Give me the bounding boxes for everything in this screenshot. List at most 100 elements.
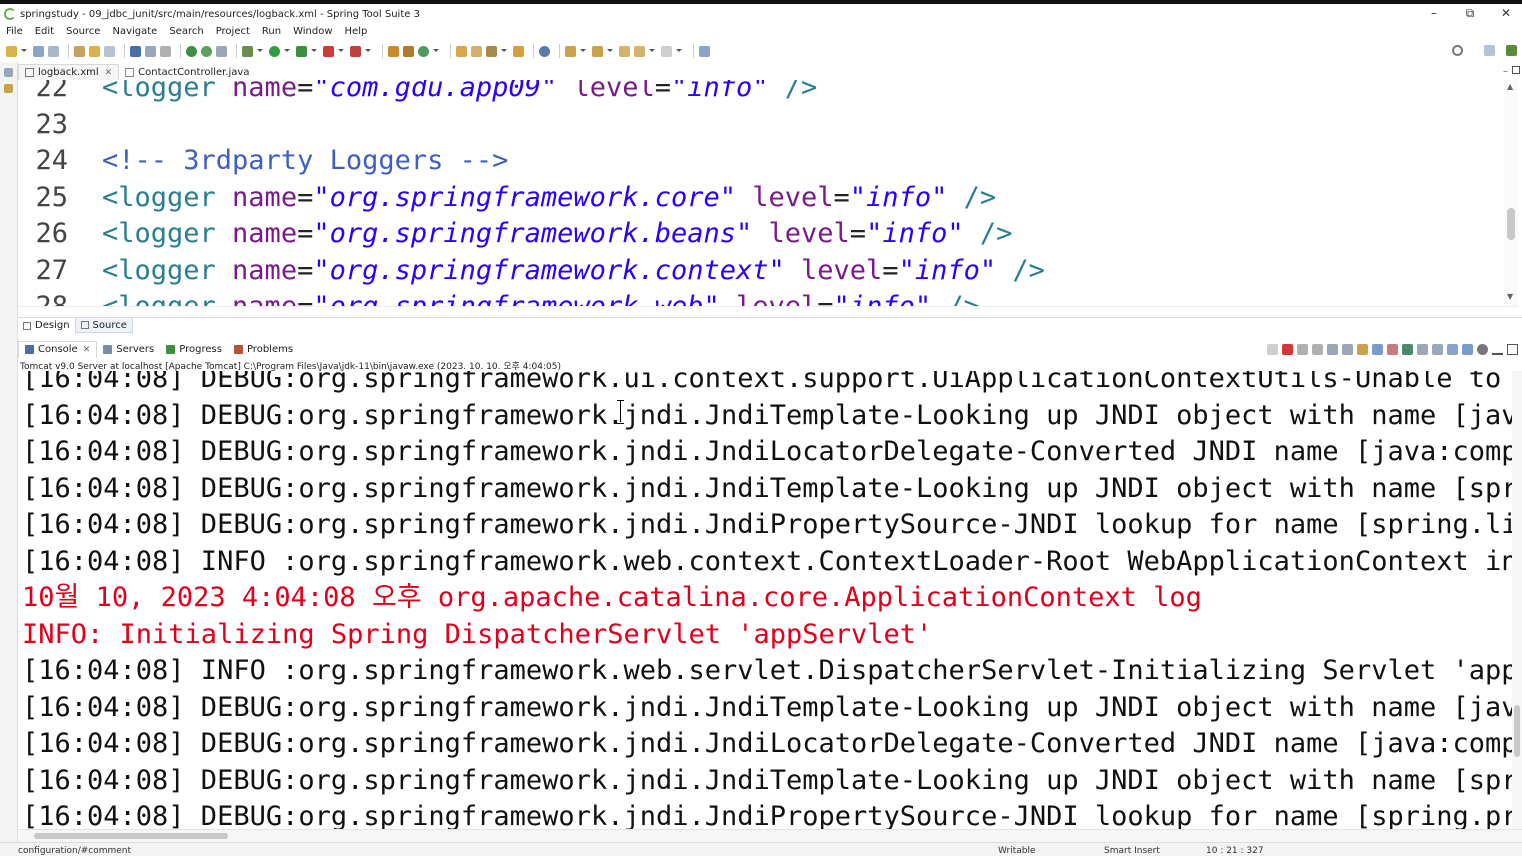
run-icon[interactable] <box>269 45 280 57</box>
publish-icon[interactable] <box>216 45 227 57</box>
link-icon[interactable] <box>1462 343 1473 355</box>
search-task-icon[interactable] <box>513 45 524 57</box>
run-dropdown-icon[interactable] <box>284 48 290 54</box>
open-console-icon[interactable] <box>1432 343 1443 355</box>
editor-horizontal-scrollbar[interactable] <box>18 306 1518 316</box>
display-selected-console-icon[interactable] <box>1417 343 1428 355</box>
maximize-editor-icon[interactable] <box>1512 66 1520 74</box>
remove-launch-icon[interactable] <box>1297 343 1308 355</box>
menu-run[interactable]: Run <box>262 26 281 37</box>
stop-icon[interactable] <box>323 45 334 57</box>
editor-vertical-scrollbar[interactable]: ▲ ▼ <box>1504 80 1518 306</box>
run-external-tool-icon[interactable] <box>296 45 307 57</box>
toggle-mark-icon[interactable] <box>145 45 156 57</box>
pin-console-icon[interactable] <box>1402 343 1413 355</box>
show-on-stdout-icon[interactable] <box>1372 343 1383 355</box>
scroll-up-icon[interactable]: ▲ <box>1507 82 1513 91</box>
stop-dropdown-icon[interactable] <box>338 48 344 54</box>
start-server-icon[interactable] <box>186 45 197 57</box>
new-package-icon[interactable] <box>403 45 414 57</box>
debug-dropdown-icon[interactable] <box>257 48 263 54</box>
debug-icon[interactable] <box>242 45 253 57</box>
last-edit-location-icon[interactable] <box>619 45 630 57</box>
next-annotation-dropdown-icon[interactable] <box>580 48 586 54</box>
open-type-icon[interactable] <box>89 45 100 57</box>
previous-annotation-dropdown-icon[interactable] <box>607 48 613 54</box>
tab-console[interactable]: Console ✕ <box>18 340 98 358</box>
maximize-view-icon[interactable] <box>1507 343 1518 355</box>
open-folder-icon[interactable] <box>456 45 467 57</box>
tab-progress[interactable]: Progress <box>160 341 228 358</box>
console-output[interactable]: [16:04:08] DEBUG:org.springframework.ui.… <box>18 371 1512 829</box>
coverage-icon[interactable] <box>350 45 361 57</box>
save-icon[interactable] <box>33 45 44 57</box>
tab-logback-xml[interactable]: logback.xml ✕ <box>18 64 120 80</box>
pen-dropdown-icon[interactable] <box>501 48 507 54</box>
save-all-icon[interactable] <box>48 45 59 57</box>
menu-navigate[interactable]: Navigate <box>112 26 157 37</box>
restart-server-icon[interactable] <box>201 45 212 57</box>
close-window-button[interactable]: ✕ <box>1496 6 1516 20</box>
minimize-button[interactable]: – <box>1424 6 1444 20</box>
new-java-project-icon[interactable] <box>388 45 399 57</box>
refresh-icon[interactable] <box>104 45 115 57</box>
copy-icon[interactable] <box>1447 343 1458 355</box>
tab-problems[interactable]: Problems <box>228 341 299 358</box>
back-dropdown-icon[interactable] <box>649 48 655 54</box>
menu-edit[interactable]: Edit <box>35 26 54 37</box>
new-class-icon[interactable] <box>418 45 429 57</box>
search-icon[interactable] <box>1452 45 1463 56</box>
console-scroll-thumb[interactable] <box>1514 705 1520 757</box>
menu-project[interactable]: Project <box>216 26 250 37</box>
minimize-view-icon[interactable] <box>1492 344 1503 355</box>
minimize-editor-icon[interactable]: – <box>1503 66 1508 77</box>
console-horizontal-scrollbar[interactable] <box>18 829 1522 842</box>
close-tab-icon[interactable]: ✕ <box>105 68 113 78</box>
new-dropdown-icon[interactable] <box>21 48 27 54</box>
remove-all-terminated-icon[interactable] <box>1312 343 1323 355</box>
external-tool-dropdown-icon[interactable] <box>311 48 317 54</box>
next-annotation-icon[interactable] <box>565 45 576 57</box>
restore-view-icon[interactable] <box>4 68 13 77</box>
globe-icon[interactable] <box>539 45 550 57</box>
close-tab-icon[interactable]: ✕ <box>83 345 91 355</box>
gear-icon[interactable] <box>1477 343 1488 355</box>
menu-file[interactable]: File <box>6 26 23 37</box>
editor-scroll-thumb[interactable] <box>1507 208 1515 240</box>
menu-source[interactable]: Source <box>66 26 100 37</box>
menu-help[interactable]: Help <box>345 26 368 37</box>
show-on-stderr-icon[interactable] <box>1387 343 1398 355</box>
xml-editor[interactable]: 22 <logger name="com.gdu.app09" level="in… <box>18 80 1504 306</box>
new-class-dropdown-icon[interactable] <box>433 48 439 54</box>
tab-servers[interactable]: Servers <box>97 341 160 358</box>
package-explorer-icon[interactable] <box>4 84 13 93</box>
console-hscroll-thumb[interactable] <box>34 833 228 839</box>
scroll-down-icon[interactable]: ▼ <box>1507 292 1513 301</box>
tab-contactcontroller-java[interactable]: ContactController.java <box>119 64 255 80</box>
restore-button[interactable]: ⧉ <box>1460 6 1480 21</box>
previous-annotation-icon[interactable] <box>592 45 603 57</box>
print-icon[interactable] <box>74 45 85 57</box>
tab-source[interactable]: Source <box>74 318 133 333</box>
skip-breakpoints-icon[interactable] <box>160 45 171 57</box>
scroll-lock-icon[interactable] <box>1342 343 1353 355</box>
forward-icon[interactable] <box>661 45 672 57</box>
tab-design[interactable]: Design <box>18 318 75 333</box>
menu-window[interactable]: Window <box>293 26 332 37</box>
open-perspective-icon[interactable] <box>1484 45 1495 56</box>
terminal-icon[interactable] <box>130 45 141 57</box>
back-icon[interactable] <box>634 45 645 57</box>
word-wrap-icon[interactable] <box>1357 343 1368 355</box>
terminate-icon[interactable] <box>1282 343 1293 355</box>
new-icon[interactable] <box>6 45 17 57</box>
forward-dropdown-icon[interactable] <box>676 48 682 54</box>
menu-search[interactable]: Search <box>169 26 203 37</box>
coverage-dropdown-icon[interactable] <box>365 48 371 54</box>
console-vertical-scrollbar[interactable] <box>1512 371 1522 829</box>
spring-perspective-icon[interactable] <box>1506 45 1517 56</box>
pen-icon[interactable] <box>486 45 497 57</box>
pin-editor-icon[interactable] <box>699 45 710 57</box>
clear-console-icon[interactable] <box>1327 343 1338 355</box>
open-task-icon[interactable] <box>471 45 482 57</box>
disconnect-icon[interactable] <box>1267 343 1278 355</box>
